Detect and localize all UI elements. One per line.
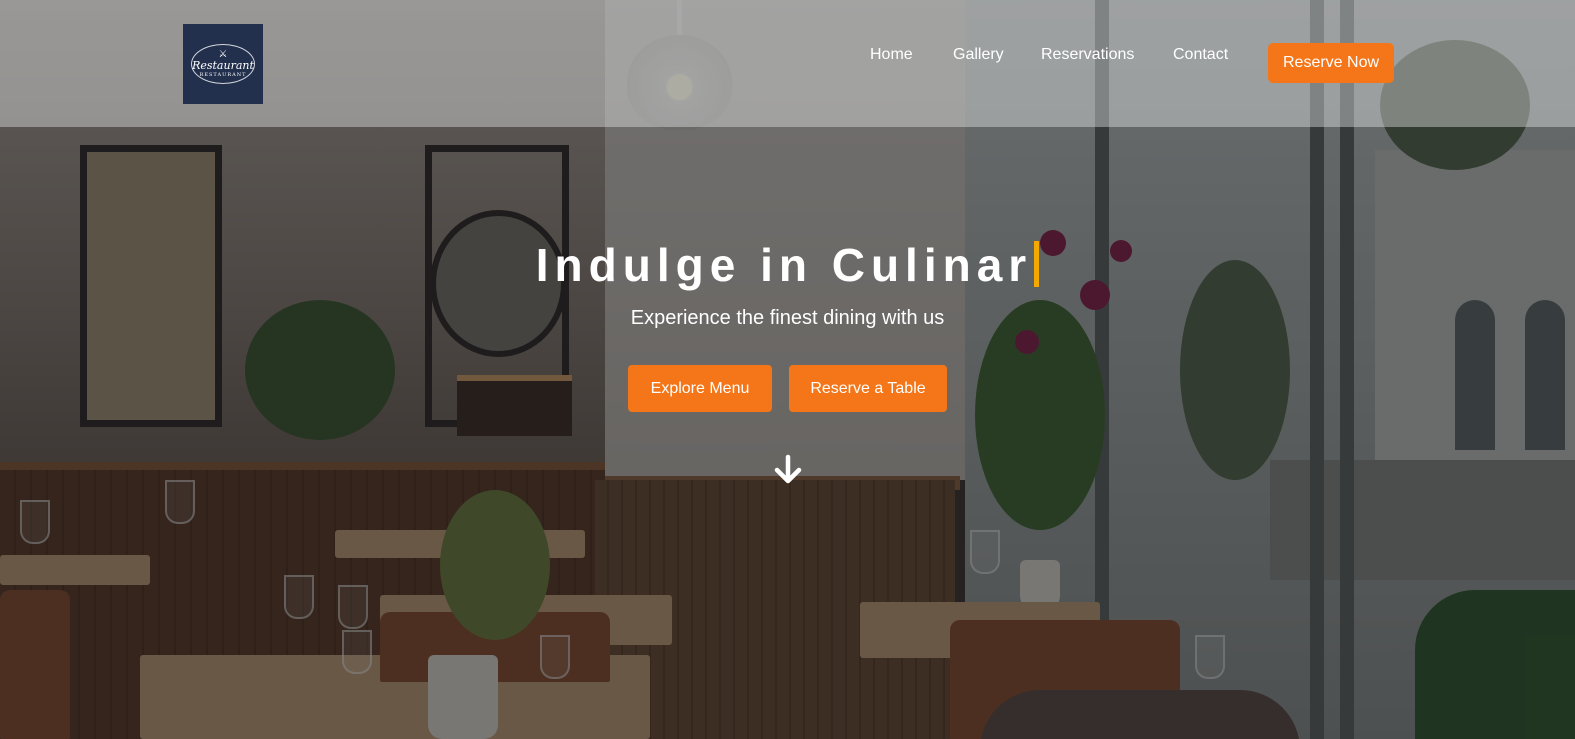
restaurant-logo[interactable]: ⚔ Restaurant RESTAURANT <box>183 24 263 104</box>
logo-caps-text: RESTAURANT <box>199 71 247 78</box>
hero-subtitle: Experience the finest dining with us <box>630 307 945 329</box>
typing-cursor <box>1034 241 1040 287</box>
hero-title-text: Indulge in Culinar <box>535 239 1033 291</box>
cutlery-icon: ⚔ <box>218 48 228 60</box>
restaurant-logo-icon: ⚔ Restaurant RESTAURANT <box>191 44 255 84</box>
reserve-now-button[interactable]: Reserve Now <box>1268 43 1394 83</box>
nav-reservations[interactable]: Reservations <box>1041 46 1134 66</box>
logo-script-text: Restaurant <box>192 58 254 72</box>
nav-contact[interactable]: Contact <box>1173 46 1228 66</box>
hero-title: Indulge in Culinar <box>0 238 1575 292</box>
site-header: ⚔ Restaurant RESTAURANT Home Gallery Res… <box>0 0 1575 127</box>
nav-gallery[interactable]: Gallery <box>953 46 1004 66</box>
arrow-down-icon[interactable] <box>772 454 804 486</box>
reserve-table-button[interactable]: Reserve a Table <box>789 365 947 412</box>
nav-home[interactable]: Home <box>870 46 913 66</box>
explore-menu-button[interactable]: Explore Menu <box>628 365 772 412</box>
